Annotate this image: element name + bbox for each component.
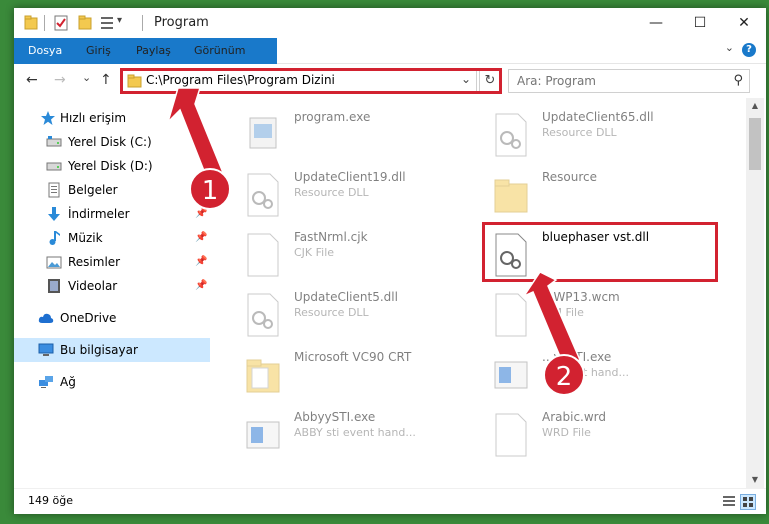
annotation-arrows <box>167 87 582 367</box>
annotation-badge-1: 1 <box>189 168 231 210</box>
arrow-2 <box>521 271 582 367</box>
annotation-badge-2: 2 <box>543 354 585 396</box>
